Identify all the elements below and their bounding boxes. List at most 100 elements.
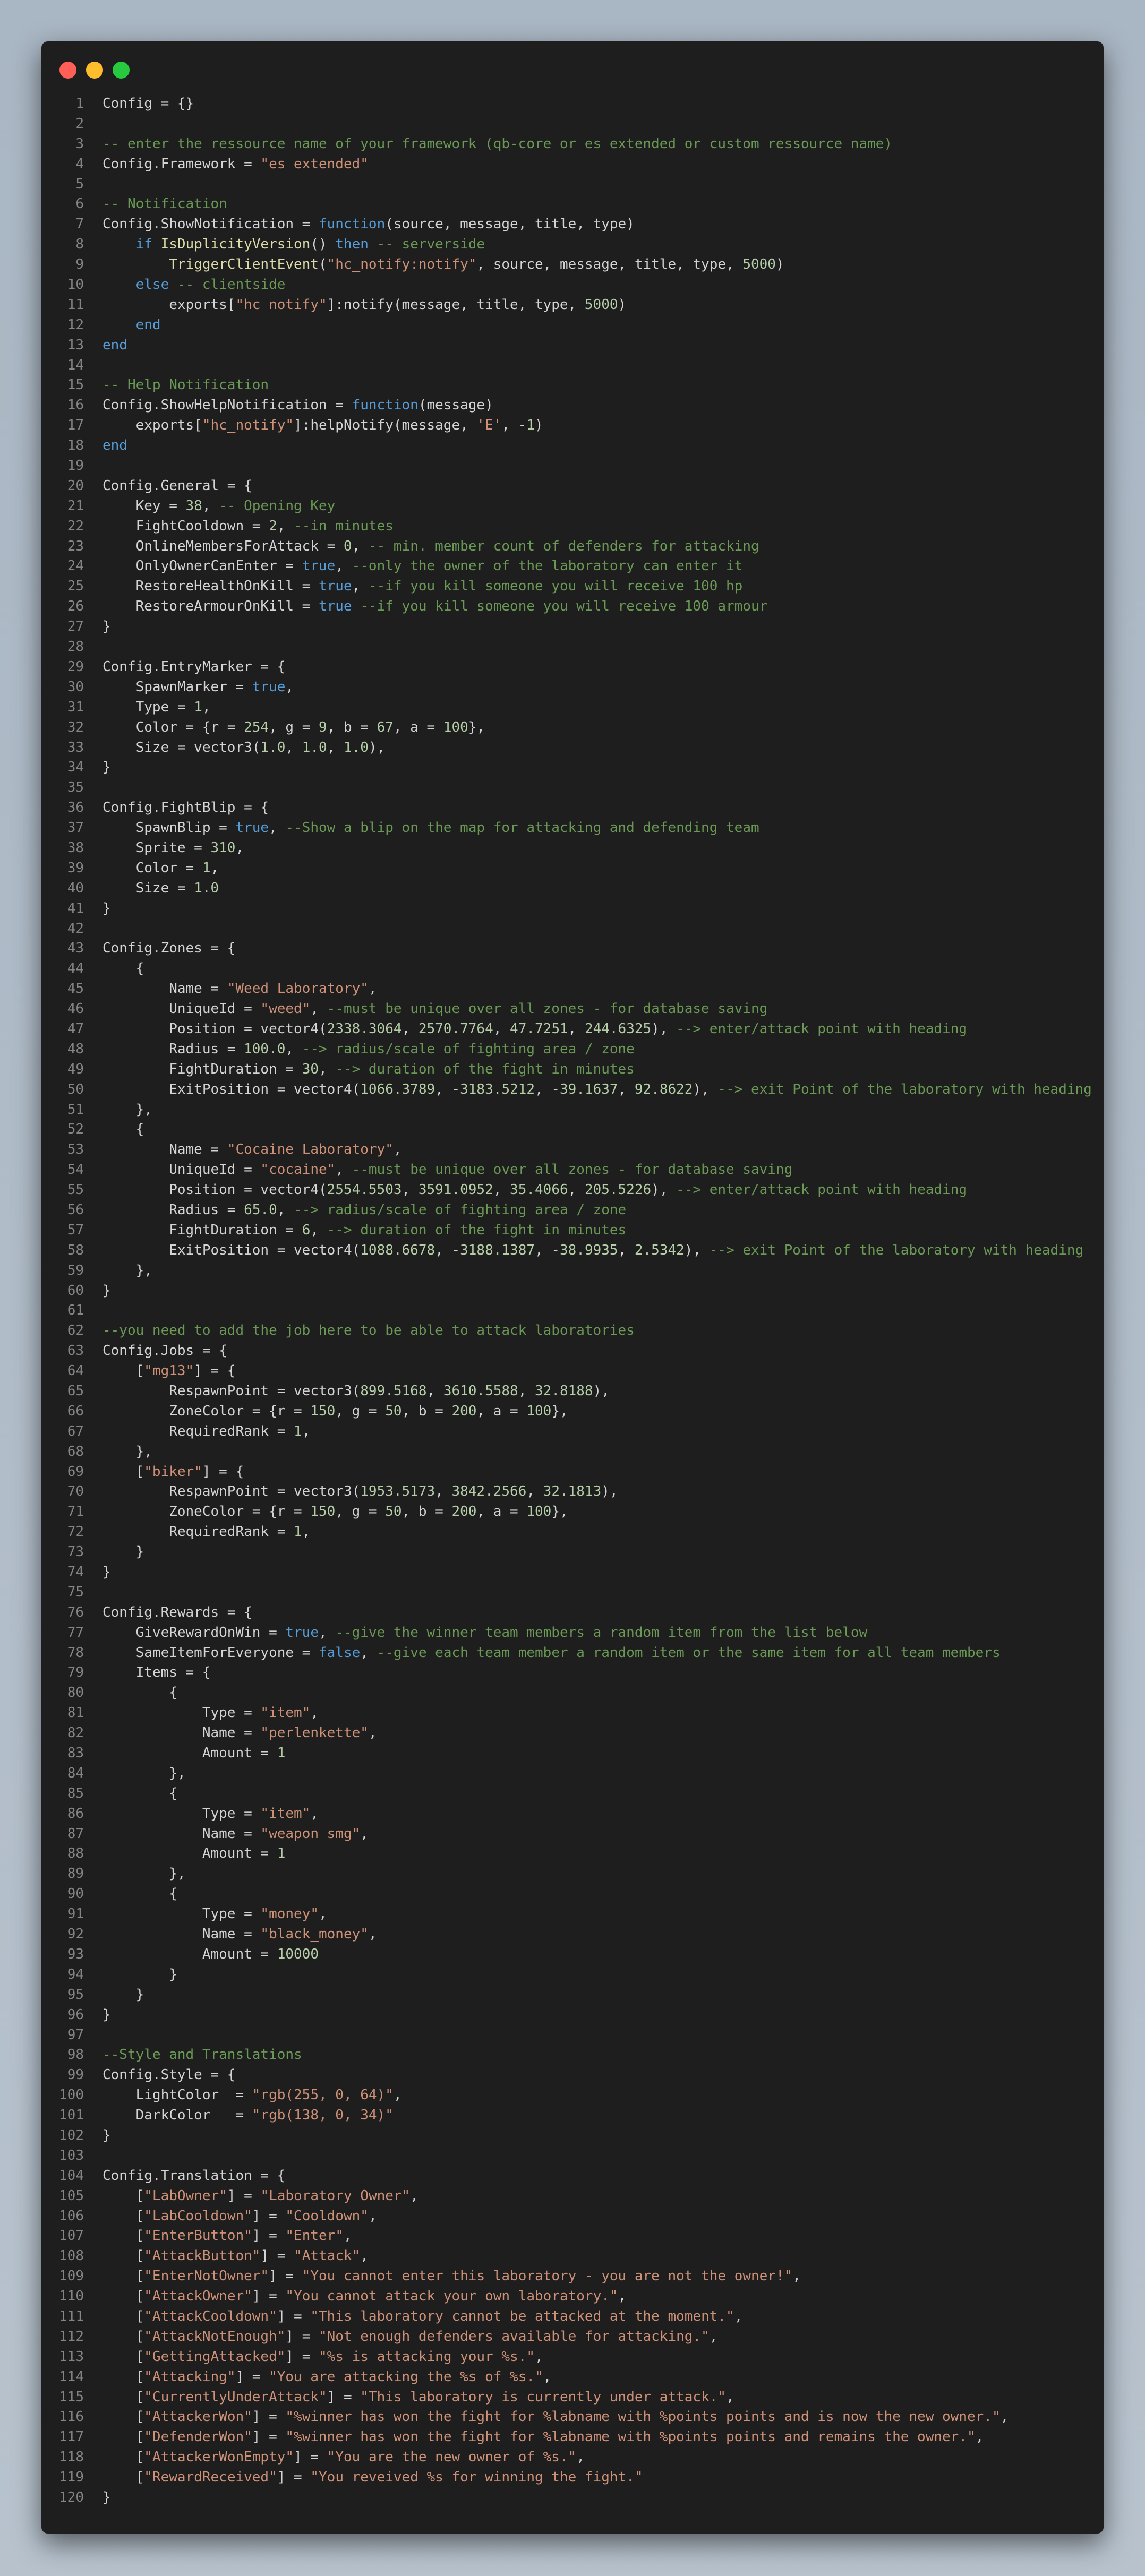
line-number: 113 <box>59 2348 84 2365</box>
code-token: --must be unique over all zones - for da… <box>327 1001 768 1017</box>
line-content: } <box>102 1965 177 1985</box>
code-line: 58 ExitPosition = vector4(1088.6678, -31… <box>41 1241 1104 1261</box>
code-token: , a = <box>476 1504 527 1520</box>
code-token: , <box>360 1825 369 1842</box>
line-content: RequiredRank = 1, <box>102 1522 310 1542</box>
code-editor[interactable]: 1 Config = {} 2 3 -- enter the ressource nam… <box>41 94 1104 2508</box>
line-number: 114 <box>59 2368 84 2385</box>
line-number: 59 <box>67 1262 84 1278</box>
code-token: "AttackCooldown" <box>144 2308 277 2324</box>
code-token: "Cooldown" <box>285 2208 369 2224</box>
code-token: [ <box>102 2288 144 2305</box>
code-token: --> radius/scale of fighting area / zone <box>302 1041 635 1057</box>
line-number: 47 <box>67 1020 84 1037</box>
code-line: 41} <box>41 899 1104 919</box>
line-number: 96 <box>67 2006 84 2023</box>
code-token: "CurrentlyUnderAttack" <box>144 2389 327 2405</box>
code-token: } <box>102 1564 111 1581</box>
line-number: 52 <box>67 1121 84 1138</box>
code-token: Size = vector3( <box>102 739 261 755</box>
code-line: 65 RespawnPoint = vector3(899.5168, 3610… <box>41 1381 1104 1402</box>
code-token: function <box>352 397 418 414</box>
line-content: Color = 1, <box>102 858 219 879</box>
close-button[interactable] <box>59 62 76 79</box>
code-token: 1 <box>294 1423 302 1439</box>
zoom-button[interactable] <box>113 62 130 79</box>
code-token: , <box>310 1001 327 1017</box>
code-token: if <box>135 236 152 253</box>
code-token: "LabCooldown" <box>144 2208 252 2224</box>
line-number: 89 <box>67 1866 84 1882</box>
code-token: [ <box>102 2348 144 2365</box>
code-token: } <box>102 619 111 635</box>
code-token: , - <box>535 1242 560 1258</box>
code-token: 1 <box>277 1745 286 1762</box>
line-content: Config.FightBlip = { <box>102 798 269 818</box>
code-line: 64 ["mg13"] = { <box>41 1361 1104 1381</box>
code-token: , g = <box>335 1504 386 1520</box>
code-token: "biker" <box>144 1463 202 1480</box>
line-content: }, <box>102 1864 185 1884</box>
code-token: , <box>393 1141 402 1158</box>
code-token: , <box>526 1483 543 1500</box>
line-content: Type = "item", <box>102 1804 319 1824</box>
line-content: ExitPosition = vector4(1066.3789, -3183.… <box>102 1080 1092 1100</box>
code-token: LightColor = <box>102 2087 252 2103</box>
line-number: 104 <box>59 2167 84 2184</box>
line-number: 71 <box>67 1504 84 1520</box>
line-content: LightColor = "rgb(255, 0, 64)", <box>102 2085 402 2106</box>
code-token: 100.0 <box>244 1041 286 1057</box>
code-token: UniqueId = <box>102 1162 261 1178</box>
code-token: { <box>102 1785 177 1801</box>
code-token: DarkColor = <box>102 2107 252 2124</box>
code-line: 71 ZoneColor = {r = 150, g = 50, b = 200… <box>41 1502 1104 1522</box>
code-token: 3183.5212 <box>460 1081 535 1097</box>
code-line: 34} <box>41 758 1104 778</box>
code-token: ]:helpNotify(message, <box>294 417 477 434</box>
code-token: , <box>302 1423 311 1439</box>
line-content: Config.Style = { <box>102 2065 235 2085</box>
code-line: 77 GiveRewardOnWin = true, --give the wi… <box>41 1623 1104 1643</box>
line-content: } <box>102 1985 144 2005</box>
code-token: , <box>535 2348 543 2365</box>
code-token: "perlenkette" <box>260 1725 369 1741</box>
code-token: --you need to add the job here to be abl… <box>102 1323 635 1339</box>
line-content: }, <box>102 1100 152 1120</box>
code-token: true <box>302 558 336 574</box>
code-token: --in minutes <box>294 518 394 534</box>
line-number: 80 <box>67 1685 84 1701</box>
line-content: Config.ShowNotification = function(sourc… <box>102 214 635 235</box>
code-token: Config.FightBlip = { <box>102 800 269 816</box>
line-content: FightCooldown = 2, --in minutes <box>102 517 394 537</box>
code-token: "item" <box>260 1805 311 1822</box>
code-token: OnlineMembersForAttack = <box>102 538 344 554</box>
code-token: exports[ <box>102 417 202 434</box>
code-token: ] = { <box>194 1363 236 1379</box>
code-token: [ <box>102 2389 144 2405</box>
code-token: Name = <box>102 1926 261 1943</box>
code-token: Config.Jobs = { <box>102 1343 227 1359</box>
line-number: 16 <box>67 397 84 414</box>
code-token: "You are attacking the %s of %s." <box>269 2368 543 2385</box>
code-token: [ <box>102 2469 144 2486</box>
code-token: -- serverside <box>377 236 485 253</box>
code-line: 70 RespawnPoint = vector3(1953.5173, 384… <box>41 1482 1104 1502</box>
code-token: Config.Rewards = { <box>102 1604 252 1620</box>
minimize-button[interactable] <box>86 62 103 79</box>
code-token: ), <box>593 1383 610 1399</box>
line-number: 19 <box>67 458 84 474</box>
code-token: "es_extended" <box>260 156 369 172</box>
code-token: ( <box>319 256 327 273</box>
line-number: 93 <box>67 1946 84 1962</box>
code-token: "AttackerWon" <box>144 2409 252 2425</box>
code-token: Items = { <box>102 1664 211 1681</box>
line-number: 97 <box>67 2027 84 2043</box>
code-token: , a = <box>476 1403 527 1419</box>
code-token: 1 <box>194 699 202 715</box>
code-line: 10 else -- clientside <box>41 275 1104 295</box>
code-token: "EnterNotOwner" <box>144 2268 269 2285</box>
code-token: Name = <box>102 1141 227 1158</box>
code-token: "Weed Laboratory" <box>227 981 369 997</box>
line-content: ZoneColor = {r = 150, g = 50, b = 200, a… <box>102 1502 568 1522</box>
code-token: Position = vector4( <box>102 1182 327 1198</box>
